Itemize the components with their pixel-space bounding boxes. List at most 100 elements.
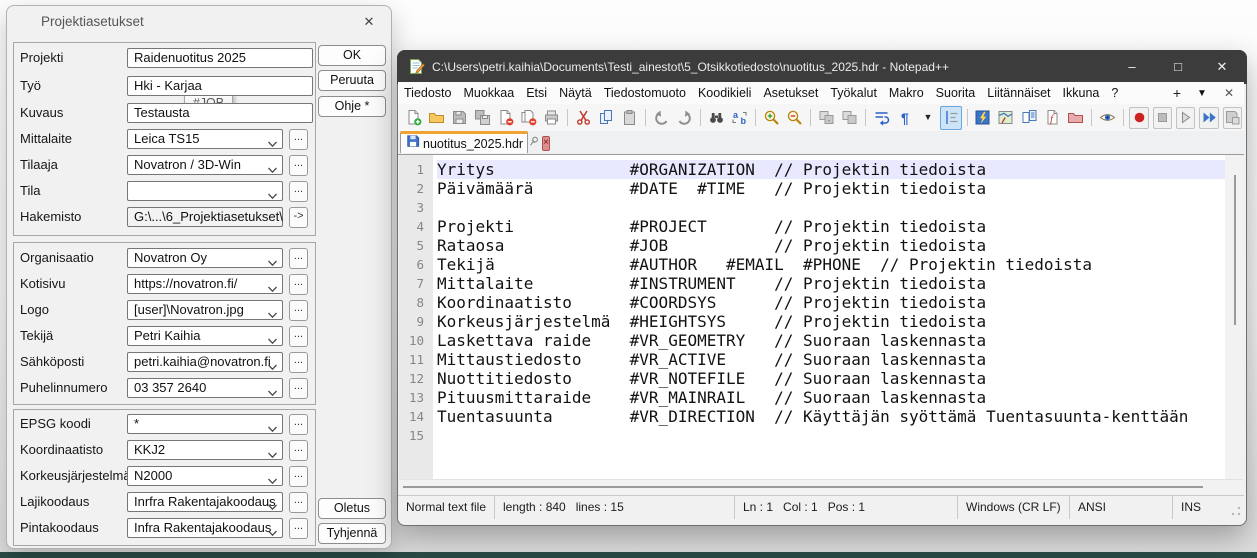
koordinaatisto-combo-browse-button[interactable]: ... [289,440,308,461]
save-macro-icon[interactable] [1223,107,1242,129]
kotisivu-combo-browse-button[interactable]: ... [289,274,308,295]
minimize-button[interactable]: – [1110,51,1154,83]
save-all-icon[interactable] [472,106,493,130]
korkeusjarjestelma-combo[interactable]: N2000 [127,466,283,486]
function-list-icon[interactable]: f [1042,106,1063,130]
file-monitoring-icon[interactable] [1097,106,1118,130]
status-insert-mode[interactable]: INS [1173,496,1228,519]
open-file-icon[interactable] [426,106,447,130]
tila-combo[interactable] [127,181,283,201]
mittalaite-combo[interactable]: Leica TS15 [127,129,283,149]
hakemisto-field-open-button[interactable]: -> [289,207,308,228]
redo-icon[interactable] [674,106,695,130]
new-tab-button[interactable]: + [1164,85,1190,101]
maximize-button[interactable]: □ [1156,51,1200,83]
show-all-characters-icon[interactable]: ¶ [894,106,915,130]
undo-icon[interactable] [651,106,672,130]
dialog-close-icon[interactable]: ✕ [359,12,379,32]
lajikoodaus-combo-browse-button[interactable]: ... [289,492,308,513]
menu-etsi[interactable]: Etsi [520,82,553,104]
record-macro-icon[interactable] [1129,107,1148,129]
sahkoposti-combo-browse-button[interactable]: ... [289,352,308,373]
function-completion-icon[interactable] [972,106,993,130]
menu-asetukset[interactable]: Asetukset [757,82,824,104]
vertical-scrollbar-thumb[interactable] [1234,175,1236,325]
sync-vertical-scroll-icon[interactable] [816,106,837,130]
play-macro-icon[interactable] [1176,107,1195,129]
save-icon[interactable] [449,106,470,130]
lajikoodaus-combo[interactable]: Inrfra Rakentajakoodaus [127,492,283,512]
tekija-combo-browse-button[interactable]: ... [289,326,308,347]
text-pane[interactable]: Yritys #ORGANIZATION // Projektin tiedoi… [433,155,1225,480]
document-list-icon[interactable] [1019,106,1040,130]
find-icon[interactable] [706,106,727,130]
word-wrap-icon[interactable] [871,106,892,130]
close-file-icon[interactable] [495,106,516,130]
kotisivu-combo[interactable]: https://novatron.fi/ [127,274,283,294]
menu-tyokalut[interactable]: Työkalut [824,82,883,104]
status-length-lines[interactable]: length : 840 lines : 15 [495,496,735,519]
tekija-combo[interactable]: Petri Kaihia [127,326,283,346]
status-eol-format[interactable]: Windows (CR LF) [958,496,1070,519]
new-file-icon[interactable] [403,106,424,130]
paste-icon[interactable] [619,106,640,130]
menu-help[interactable]: ? [1105,82,1124,104]
editor-area[interactable]: 123456789101112131415 Yritys #ORGANIZATI… [399,154,1243,494]
menu-suorita[interactable]: Suorita [930,82,982,104]
horizontal-scrollbar[interactable] [399,479,1243,494]
tilaaja-combo-browse-button[interactable]: ... [289,155,308,176]
replace-icon[interactable]: ab [729,106,750,130]
npp-titlebar[interactable]: C:\Users\petri.kaihia\Documents\Testi_ai… [397,50,1247,84]
korkeusjarjestelma-combo-browse-button[interactable]: ... [289,466,308,487]
menu-koodikieli[interactable]: Koodikieli [692,82,758,104]
menu-ikkuna[interactable]: Ikkuna [1057,82,1106,104]
logo-combo[interactable]: [user]\Novatron.jpg [127,300,283,320]
close-document-icon[interactable]: ✕ [1214,86,1244,100]
status-doc-type[interactable]: Normal text file [398,496,495,519]
vertical-scrollbar[interactable] [1225,155,1243,480]
sahkoposti-combo[interactable]: petri.kaihia@novatron.fi [127,352,283,372]
tyo-input[interactable]: Hki - Karjaa [127,76,313,96]
menu-makro[interactable]: Makro [883,82,930,104]
epsg-koodi-combo[interactable]: * [127,414,283,434]
menu-nayta[interactable]: Näytä [553,82,598,104]
print-icon[interactable] [541,106,562,130]
indent-guide-icon[interactable] [940,106,961,130]
pintakoodaus-combo-browse-button[interactable]: ... [289,518,308,539]
status-cursor-position[interactable]: Ln : 1 Col : 1 Pos : 1 [735,496,958,519]
kuvaus-input[interactable]: Testausta [127,103,313,123]
pintakoodaus-combo[interactable]: Infra Rakentajakoodaus [127,518,283,538]
document-map-icon[interactable] [995,106,1016,130]
copy-icon[interactable] [596,106,617,130]
menu-muokkaa[interactable]: Muokkaa [457,82,520,104]
organisaatio-combo[interactable]: Novatron Oy [127,248,283,268]
close-all-icon[interactable] [518,106,539,130]
organisaatio-combo-browse-button[interactable]: ... [289,248,308,269]
stop-macro-icon[interactable] [1153,107,1172,129]
dialog-titlebar[interactable]: Projektiasetukset ✕ [7,6,391,36]
close-button[interactable]: ✕ [1200,51,1244,83]
close-tab-icon[interactable]: × [542,136,550,151]
puhelinnumero-combo-browse-button[interactable]: ... [289,378,308,399]
tab-list-dropdown-icon[interactable]: ▼ [1190,88,1214,99]
logo-combo-browse-button[interactable]: ... [289,300,308,321]
folder-as-workspace-icon[interactable] [1065,106,1086,130]
sync-horizontal-scroll-icon[interactable] [839,106,860,130]
pin-tab-icon[interactable] [527,135,540,153]
zoom-out-icon[interactable] [784,106,805,130]
projekti-input[interactable]: Raidenuotitus 2025 [127,48,313,68]
horizontal-scrollbar-thumb[interactable] [403,486,1203,488]
epsg-koodi-combo-browse-button[interactable]: ... [289,414,308,435]
tilaaja-combo[interactable]: Novatron / 3D-Win [127,155,283,175]
toolbar-dropdown-icon[interactable]: ▼ [917,106,938,130]
puhelinnumero-combo[interactable]: 03 357 2640 [127,378,283,398]
zoom-in-icon[interactable] [761,106,782,130]
koordinaatisto-combo[interactable]: KKJ2 [127,440,283,460]
tila-combo-browse-button[interactable]: ... [289,181,308,202]
run-macro-multiple-icon[interactable] [1199,107,1218,129]
menu-tiedostomuoto[interactable]: Tiedostomuoto [598,82,692,104]
resize-grip[interactable] [1231,506,1241,516]
status-encoding[interactable]: ANSI [1070,496,1173,519]
menu-liitannaiset[interactable]: Liitännäiset [981,82,1056,104]
cut-icon[interactable] [573,106,594,130]
